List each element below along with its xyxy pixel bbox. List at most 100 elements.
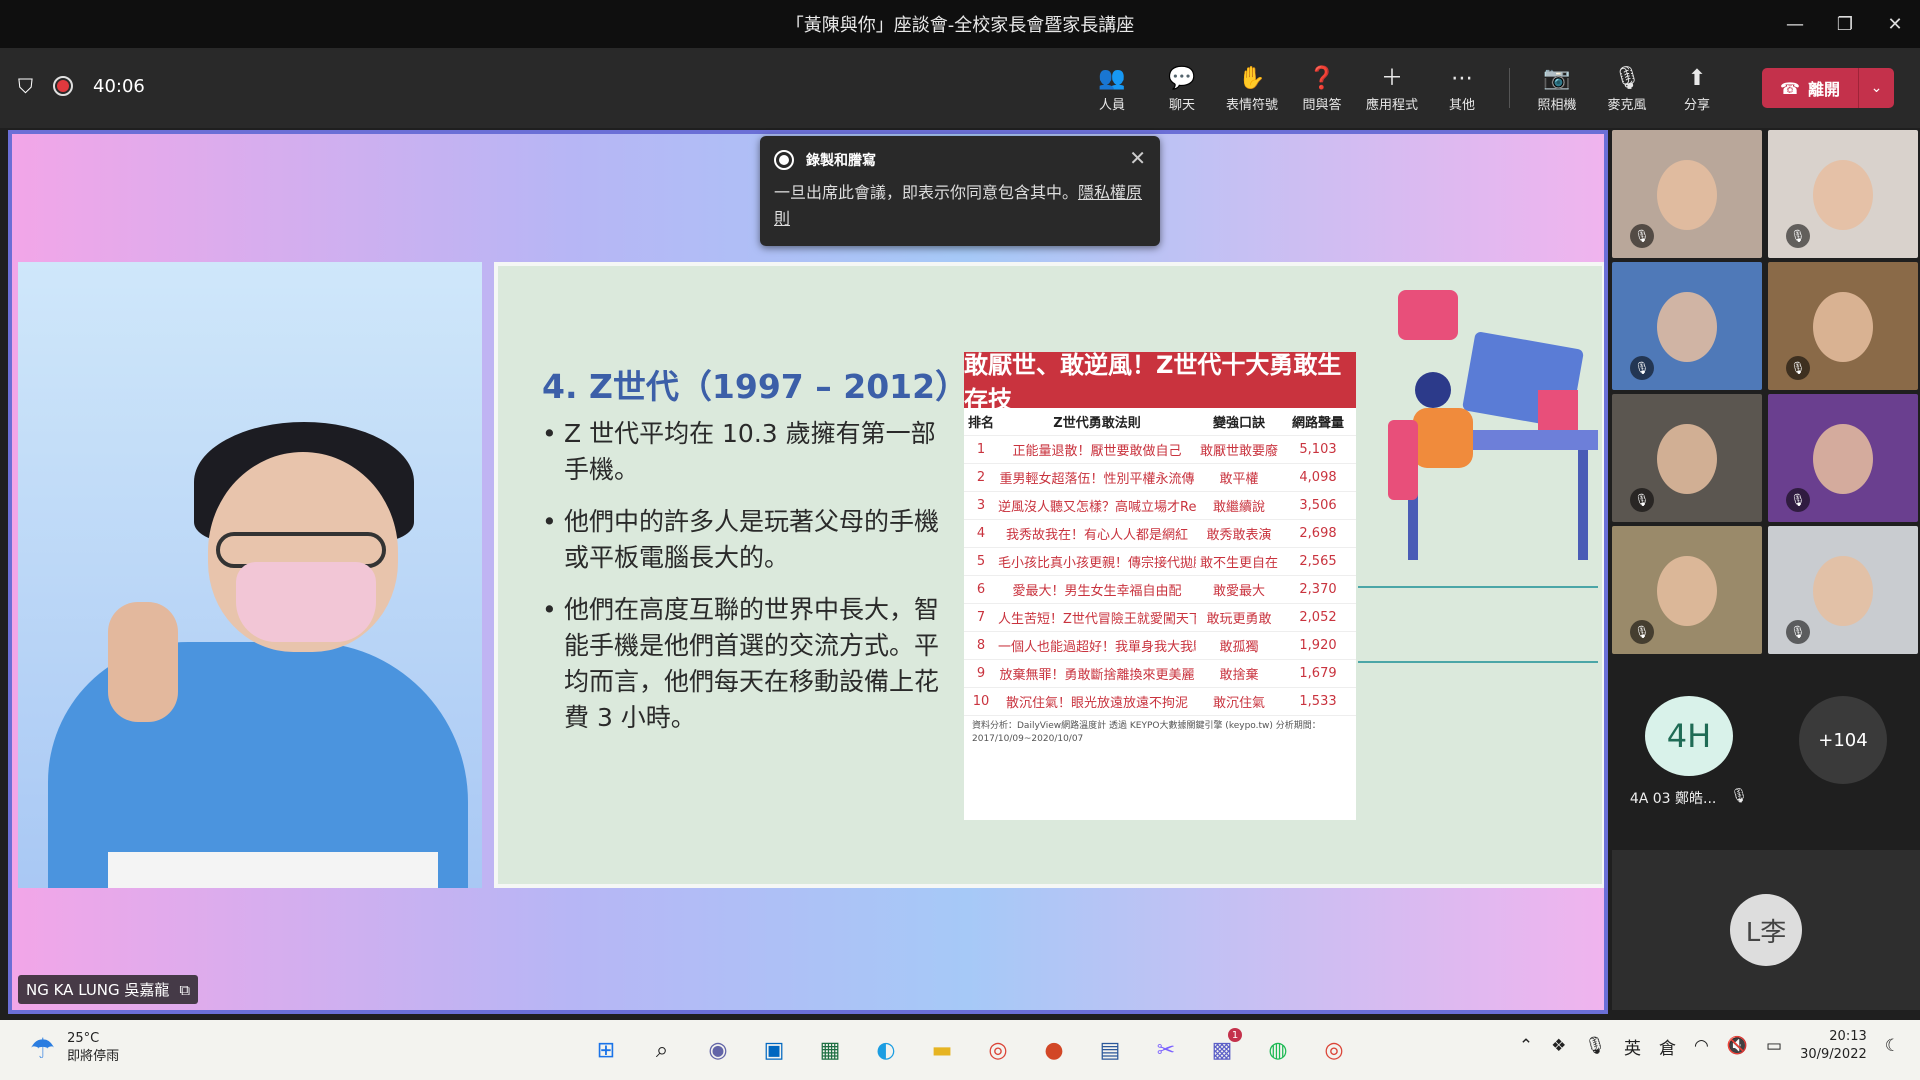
participant-face-shape xyxy=(1813,160,1873,230)
weather-widget[interactable]: ☂ 25°C 即將停雨 xyxy=(30,1030,119,1066)
avatar-row: 4H 4A 03 鄭皓... 🎙 +104 xyxy=(1612,668,1920,808)
participant-video-tile[interactable]: 🎙 xyxy=(1768,526,1918,654)
chrome-icon[interactable]: ◎ xyxy=(976,1028,1020,1072)
chat-button[interactable]: 💬 聊天 xyxy=(1147,58,1217,118)
battery-icon[interactable]: ▭ xyxy=(1766,1036,1782,1056)
spotify-icon[interactable]: ◍ xyxy=(1256,1028,1300,1072)
table-col-header: 網路聲量 xyxy=(1291,416,1344,431)
start-button[interactable]: ⊞ xyxy=(584,1028,628,1072)
teams-icon[interactable]: ▩ 1 xyxy=(1200,1028,1244,1072)
desk-leg-shape xyxy=(1578,450,1588,560)
chevron-down-icon: ⌄ xyxy=(1870,80,1883,96)
close-window-button[interactable]: ✕ xyxy=(1870,0,1920,48)
powerpoint-icon[interactable]: ● xyxy=(1032,1028,1076,1072)
participant-video-tile[interactable]: 🎙 xyxy=(1612,526,1762,654)
table-cell: 敢沉住氣 xyxy=(1212,696,1265,711)
toolbar-divider xyxy=(1509,68,1511,108)
participants-panel: 🎙 🎙 🎙 🎙 🎙 🎙 🎙 🎙 4H 4A 03 鄭皓... 🎙 +104 L李 xyxy=(1612,130,1920,1020)
ime-mode-indicator[interactable]: 倉 xyxy=(1659,1034,1676,1059)
table-source-note: 資料分析：DailyView網路溫度計 透過 KEYPO大數據關鍵引擎 (key… xyxy=(972,721,1321,744)
camera-off-icon: 📷 xyxy=(1543,65,1571,91)
participant-4h[interactable]: 4H 4A 03 鄭皓... 🎙 xyxy=(1612,668,1766,808)
leave-button[interactable]: ☎ 離開 xyxy=(1762,76,1858,100)
table-cell: 9 xyxy=(976,666,986,681)
chat-label: 聊天 xyxy=(1169,97,1196,113)
more-participants[interactable]: +104 xyxy=(1766,668,1920,808)
close-banner-button[interactable]: ✕ xyxy=(1129,146,1146,170)
table-cell: 毛小孩比真小孩更親！傳宗接代拋腦後 xyxy=(998,556,1196,571)
table-cell: 1 xyxy=(976,442,986,457)
speaker-video[interactable] xyxy=(18,262,482,888)
qa-button[interactable]: ❓ 問與答 xyxy=(1287,58,1357,118)
meeting-status: ⛉ 40:06 xyxy=(18,74,145,98)
participant-video-tile[interactable]: 🎙 xyxy=(1768,394,1918,522)
notification-badge: 1 xyxy=(1228,1028,1242,1042)
table-cell: 3 xyxy=(976,498,986,513)
leave-options-button[interactable]: ⌄ xyxy=(1858,68,1894,108)
chevron-up-icon[interactable]: ⌃ xyxy=(1519,1036,1533,1056)
excel-icon[interactable]: ▦ xyxy=(808,1028,852,1072)
recording-banner: 錄製和謄寫 ✕ 一旦出席此會議，即表示你同意包含其中。隱私權原則 xyxy=(760,136,1160,246)
person-head-shape xyxy=(1415,372,1451,408)
more-button[interactable]: ⋯ 其他 xyxy=(1427,58,1497,118)
participant-video-tile[interactable]: 🎙 xyxy=(1612,394,1762,522)
chat-app-icon[interactable]: ◉ xyxy=(696,1028,740,1072)
participant-name: 4A 03 鄭皓... xyxy=(1629,791,1717,807)
table-row: 10 散沉住氣！眼光放遠放遠不拘泥 敢沉住氣 1,533 xyxy=(964,688,1356,716)
apps-button[interactable]: ＋ 應用程式 xyxy=(1357,58,1427,118)
ime-indicator[interactable]: 英 xyxy=(1624,1034,1641,1059)
table-col-header: 排名 xyxy=(967,416,994,431)
self-video[interactable]: L李 xyxy=(1612,850,1920,1010)
clock[interactable]: 20:13 30/9/2022 xyxy=(1800,1028,1867,1064)
participant-video-tile[interactable]: 🎙 xyxy=(1768,262,1918,390)
table-cell: 8 xyxy=(976,638,986,653)
participant-video-tile[interactable]: 🎙 xyxy=(1768,130,1918,258)
mic-off-icon[interactable]: 🎙 xyxy=(1584,1036,1606,1056)
reactions-button[interactable]: ✋ 表情符號 xyxy=(1217,58,1287,118)
minimize-button[interactable]: — xyxy=(1770,0,1820,48)
table-body: 1 正能量退散！厭世要敢做自己 敢厭世敢要廢 5,103 2 重男輕女超落伍！性別平權永流… xyxy=(964,436,1356,716)
store-icon[interactable]: ▣ xyxy=(752,1028,796,1072)
volume-muted-icon[interactable]: 🔇 xyxy=(1727,1036,1748,1056)
overflow-count: +104 xyxy=(1799,696,1887,784)
camera-button[interactable]: 📷 照相機 xyxy=(1522,58,1592,118)
speaker-hand-shape xyxy=(108,602,178,722)
search-icon[interactable]: ⌕ xyxy=(640,1028,684,1072)
table-cell: 1,679 xyxy=(1299,666,1337,681)
people-button[interactable]: 👥 人員 xyxy=(1077,58,1147,118)
slide-bullet: 他們中的許多人是玩著父母的手機或平板電腦長大的。 xyxy=(542,504,942,576)
shared-slide: 4. Z世代（1997 – 2012）: Z 世代平均在 10.3 歲擁有第一部… xyxy=(494,262,1604,888)
weather-temp: 25°C xyxy=(67,1031,100,1046)
share-button[interactable]: ⬆ 分享 xyxy=(1662,58,1732,118)
participant-video-tile[interactable]: 🎙 xyxy=(1612,130,1762,258)
window-title: 「黃陳與你」座談會-全校家長會暨家長講座 xyxy=(785,15,1135,36)
banner-text: 一旦出席此會議，即表示你同意包含其中。 xyxy=(774,183,1079,202)
edge-icon[interactable]: ◐ xyxy=(864,1028,908,1072)
meeting-toolbar: ⛉ 40:06 👥 人員 💬 聊天 ✋ 表情符號 ❓ 問與答 ＋ 應用程式 ⋯ … xyxy=(0,48,1920,128)
participant-video-tile[interactable]: 🎙 xyxy=(1612,262,1762,390)
title-bar: 「黃陳與你」座談會-全校家長會暨家長講座 — ❐ ✕ xyxy=(0,0,1920,48)
participant-face-shape xyxy=(1813,292,1873,362)
word-icon[interactable]: ▤ xyxy=(1088,1028,1132,1072)
dropbox-icon[interactable]: ❖ xyxy=(1551,1036,1566,1056)
mic-label: 麥克風 xyxy=(1607,97,1647,113)
table-cell: 敢捨棄 xyxy=(1219,668,1259,683)
chrome-profile-icon[interactable]: ◎ xyxy=(1312,1028,1356,1072)
table-row: 4 我秀故我在！有心人人都是網紅 敢秀敢表演 2,698 xyxy=(964,520,1356,548)
file-explorer-icon[interactable]: ▬ xyxy=(920,1028,964,1072)
recording-icon xyxy=(774,150,794,170)
table-cell: 3,506 xyxy=(1299,498,1337,513)
mic-button[interactable]: 🎙 麥克風 xyxy=(1592,58,1662,118)
avatar: 4H xyxy=(1645,696,1733,776)
table-cell: 敢厭世敢要廢 xyxy=(1199,444,1278,459)
restore-button[interactable]: ❐ xyxy=(1820,0,1870,48)
toolbar-buttons: 👥 人員 💬 聊天 ✋ 表情符號 ❓ 問與答 ＋ 應用程式 ⋯ 其他 📷 照相機 xyxy=(1077,58,1894,118)
system-tray: ⌃ ❖ 🎙 英 倉 ◠ 🔇 ▭ 20:13 30/9/2022 ☾ xyxy=(1519,1028,1900,1064)
slide-bullets: Z 世代平均在 10.3 歲擁有第一部手機。 他們中的許多人是玩著父母的手機或平… xyxy=(542,416,942,752)
table-cell: 敢平權 xyxy=(1219,472,1259,487)
books-shape xyxy=(1538,390,1578,430)
wifi-icon[interactable]: ◠ xyxy=(1694,1036,1709,1056)
snipping-tool-icon[interactable]: ✂ xyxy=(1144,1028,1188,1072)
moon-icon[interactable]: ☾ xyxy=(1885,1036,1900,1056)
slide-bullet: Z 世代平均在 10.3 歲擁有第一部手機。 xyxy=(542,416,942,488)
